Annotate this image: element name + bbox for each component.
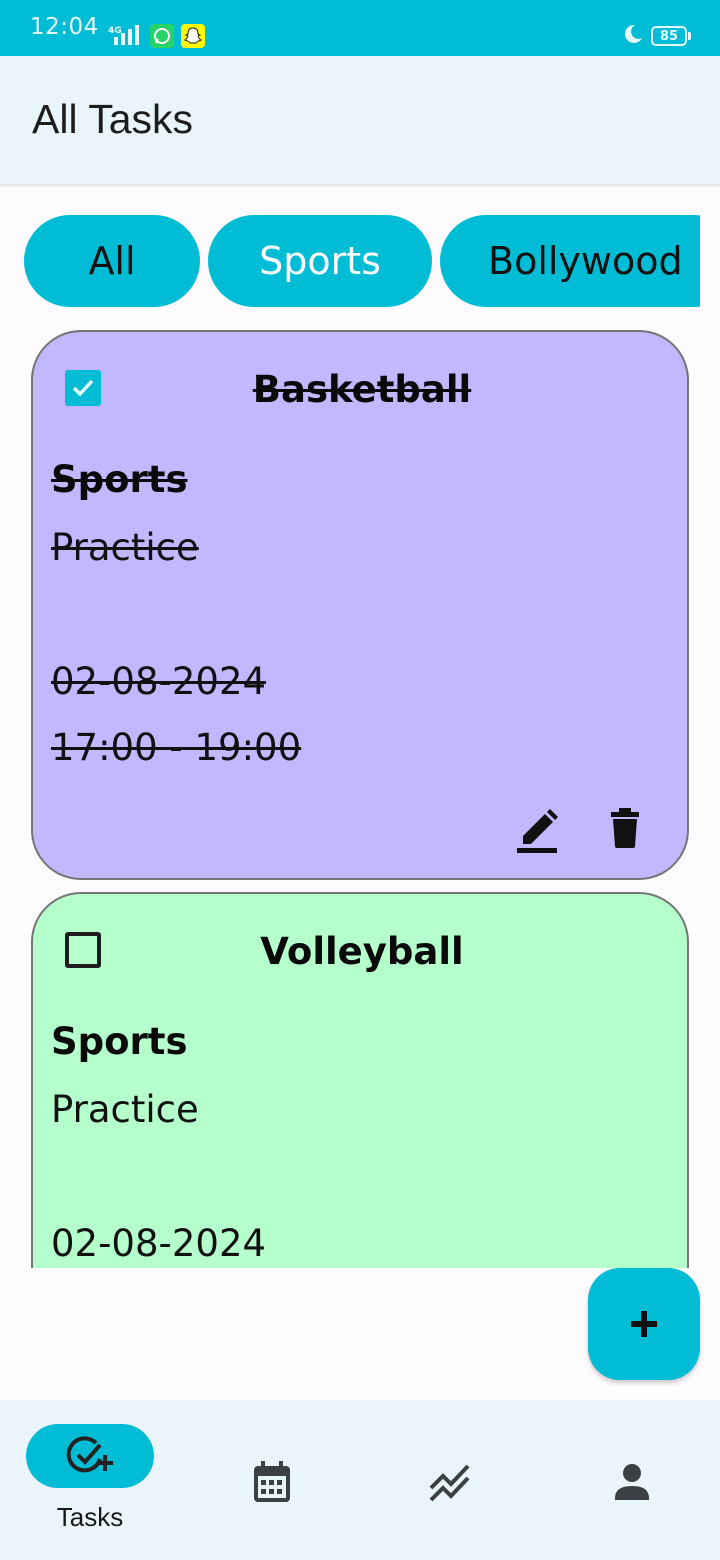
edit-icon[interactable] — [517, 806, 561, 854]
task-card[interactable]: Basketball Sports Practice 02-08-2024 17… — [31, 330, 689, 880]
moon-icon — [624, 24, 642, 43]
nav-item-stats[interactable] — [360, 1424, 540, 1554]
status-time: 12:04 — [30, 14, 99, 40]
battery-indicator: 85 — [651, 26, 691, 46]
nav-active-indicator — [26, 1424, 154, 1488]
bottom-navigation: Tasks — [0, 1400, 720, 1560]
plus-icon — [631, 1311, 657, 1337]
task-description: Practice — [51, 526, 199, 569]
nav-label-tasks: Tasks — [56, 1502, 124, 1532]
whatsapp-icon — [150, 24, 174, 48]
snapchat-icon — [181, 24, 205, 48]
task-date: 02-08-2024 — [51, 660, 267, 703]
page-title: All Tasks — [32, 96, 194, 142]
calendar-icon — [254, 1461, 290, 1502]
nav-item-profile[interactable] — [540, 1424, 720, 1554]
svg-text:4G: 4G — [108, 26, 122, 36]
signal-icon: 4G — [108, 25, 139, 45]
task-date: 02-08-2024 — [51, 1222, 267, 1265]
nav-item-tasks[interactable]: Tasks — [0, 1424, 180, 1554]
trend-chart-icon — [429, 1464, 470, 1502]
status-bar: 12:04 4G 85 — [0, 0, 720, 56]
task-title: Volleyball — [260, 930, 464, 973]
task-card[interactable]: Volleyball Sports Practice 02-08-2024 — [31, 892, 689, 1268]
task-time: 17:00 - 19:00 — [51, 726, 302, 769]
filter-chip-sports[interactable]: Sports — [208, 215, 432, 307]
task-category: Sports — [51, 1020, 188, 1063]
nav-item-calendar[interactable] — [180, 1424, 360, 1554]
task-title: Basketball — [252, 368, 472, 411]
add-task-button[interactable] — [588, 1268, 700, 1380]
delete-icon[interactable] — [609, 806, 641, 850]
task-check-add-icon — [66, 1436, 113, 1473]
filter-chip-bollywood[interactable]: Bollywood — [440, 215, 700, 307]
app-bar: All Tasks — [0, 56, 720, 184]
profile-icon — [615, 1464, 649, 1500]
filter-chips: All Sports Bollywood — [0, 215, 700, 309]
task-list: Basketball Sports Practice 02-08-2024 17… — [0, 320, 720, 1268]
task-description: Practice — [51, 1088, 199, 1131]
filter-chip-all[interactable]: All — [24, 215, 200, 307]
task-category: Sports — [51, 458, 188, 501]
